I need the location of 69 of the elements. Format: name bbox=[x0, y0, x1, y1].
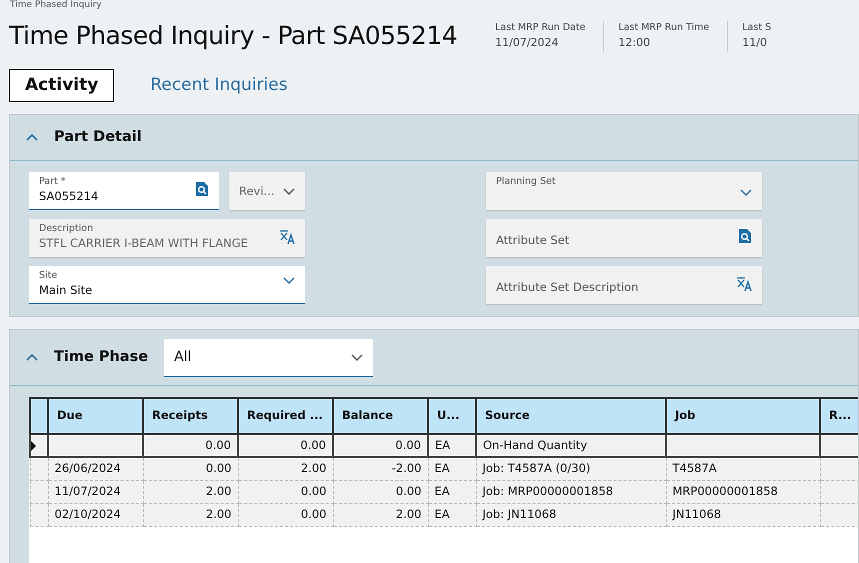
table-cell: 26/06/2024 bbox=[48, 457, 143, 480]
stat-value: 11/07/2024 bbox=[495, 35, 560, 52]
input-field[interactable]: Site Main Site bbox=[29, 266, 305, 304]
section-title: Part Detail bbox=[54, 128, 142, 147]
page-title: Time Phased Inquiry - Part SA055214 bbox=[8, 20, 458, 52]
input-field[interactable]: Attribute Set Description bbox=[486, 266, 762, 304]
table-cell: Job: MRP00000001858 bbox=[476, 480, 666, 503]
chevron-down-icon[interactable] bbox=[740, 188, 752, 197]
column-header[interactable]: Required ... bbox=[238, 398, 333, 434]
chevron-down-icon[interactable] bbox=[283, 276, 295, 285]
table-cell: JN11068 bbox=[666, 503, 820, 526]
stat-label: Last S bbox=[742, 21, 772, 35]
collapse-icon[interactable] bbox=[26, 133, 38, 142]
stat-value: 12:00 bbox=[618, 35, 652, 52]
table-row[interactable]: 11/07/2024 2.00 0.00 0.00 EA Job: MRP00000001858 MRP00000001858 bbox=[30, 480, 858, 503]
table-cell: MRP00000001858 bbox=[666, 480, 820, 503]
input-field[interactable]: Planning Set bbox=[486, 172, 762, 210]
table-cell: On-Hand Quantity bbox=[476, 434, 666, 457]
table-row[interactable]: 26/06/2024 0.00 2.00 -2.00 EA Job: T4587A (0/30) T4587A bbox=[30, 457, 858, 480]
table-cell: 0.00 bbox=[238, 480, 333, 503]
column-header[interactable]: Job bbox=[666, 398, 820, 434]
stat-value: 11/0 bbox=[742, 35, 768, 52]
collapse-icon[interactable] bbox=[26, 353, 38, 362]
table-cell: 0.00 bbox=[333, 480, 428, 503]
stat-label: Last MRP Run Time bbox=[618, 21, 710, 35]
table-cell: T4587A bbox=[666, 457, 820, 480]
tab[interactable]: Activity bbox=[9, 68, 114, 102]
input-field[interactable]: Attribute Set bbox=[486, 219, 762, 257]
tab[interactable]: Recent Inquiries bbox=[134, 68, 304, 102]
chevron-down-icon[interactable] bbox=[351, 352, 364, 362]
table-cell: EA bbox=[428, 503, 476, 526]
table-cell: 2.00 bbox=[333, 503, 428, 526]
column-header[interactable]: Receipts bbox=[143, 398, 238, 434]
search-icon[interactable] bbox=[195, 182, 209, 196]
translate-icon[interactable] bbox=[279, 229, 295, 245]
table-cell: -2.00 bbox=[333, 457, 428, 480]
row-pointer-icon bbox=[31, 440, 36, 451]
table-row[interactable]: 02/10/2024 2.00 0.00 2.00 EA Job: JN11068 JN11068 bbox=[30, 503, 858, 526]
table-cell: 0.00 bbox=[143, 434, 238, 457]
table-row[interactable]: 0.00 0.00 0.00 EA On-Hand Quantity bbox=[30, 434, 858, 457]
column-header[interactable]: R... bbox=[820, 398, 858, 434]
table-cell: 2.00 bbox=[238, 457, 333, 480]
table-cell: EA bbox=[428, 434, 476, 457]
table-cell: 02/10/2024 bbox=[48, 503, 143, 526]
table-cell: Job: JN11068 bbox=[476, 503, 666, 526]
table-cell: 11/07/2024 bbox=[48, 480, 143, 503]
column-header[interactable]: Due bbox=[48, 398, 143, 434]
table-cell: EA bbox=[428, 457, 476, 480]
input-field[interactable]: Part * SA055214 bbox=[29, 172, 219, 210]
table-cell: Job: T4587A (0/30) bbox=[476, 457, 666, 480]
table-cell: 0.00 bbox=[333, 434, 428, 457]
dropdown[interactable]: Revi... bbox=[229, 172, 305, 210]
chevron-down-icon[interactable] bbox=[283, 186, 295, 196]
table-cell: 0.00 bbox=[238, 434, 333, 457]
search-icon[interactable] bbox=[738, 229, 752, 243]
column-header[interactable]: Balance bbox=[333, 398, 428, 434]
column-header[interactable]: Source bbox=[476, 398, 666, 434]
input-field[interactable]: Description STFL CARRIER I-BEAM WITH FLANGE bbox=[29, 219, 305, 257]
table-cell: 0.00 bbox=[143, 457, 238, 480]
column-header[interactable]: U... bbox=[428, 398, 476, 434]
stat-label: Last MRP Run Date bbox=[495, 21, 586, 35]
table-cell: 2.00 bbox=[143, 480, 238, 503]
dropdown[interactable]: All bbox=[164, 338, 374, 376]
section-title: Time Phase bbox=[54, 348, 148, 367]
table-cell: 2.00 bbox=[143, 503, 238, 526]
table-cell: 0.00 bbox=[238, 503, 333, 526]
translate-icon[interactable] bbox=[736, 276, 752, 292]
breadcrumb[interactable]: Time Phased Inquiry bbox=[0, 0, 859, 11]
table-cell: EA bbox=[428, 480, 476, 503]
